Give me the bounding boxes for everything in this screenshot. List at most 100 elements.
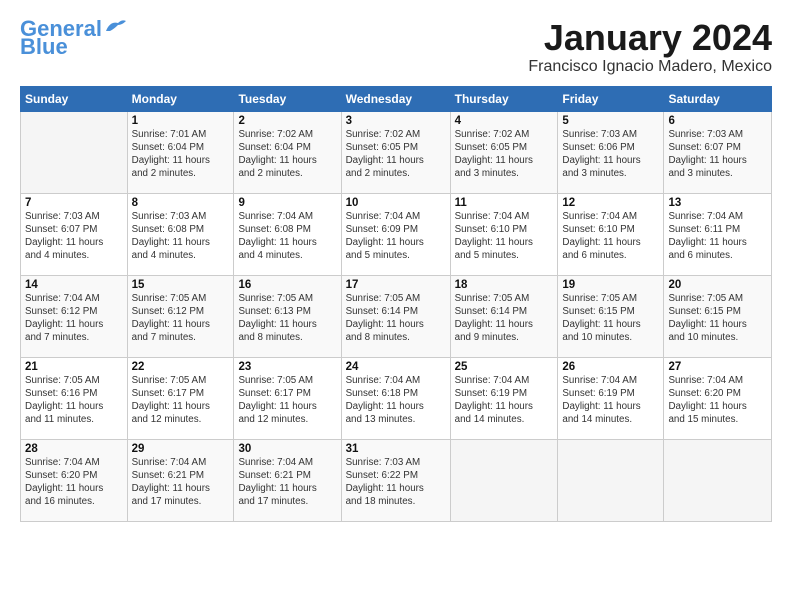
cell-4-2: 22Sunrise: 7:05 AMSunset: 6:17 PMDayligh… — [127, 357, 234, 439]
cell-1-4: 3Sunrise: 7:02 AMSunset: 6:05 PMDaylight… — [341, 111, 450, 193]
day-info: Sunrise: 7:03 AMSunset: 6:07 PMDaylight:… — [668, 128, 767, 181]
day-number: 29 — [132, 443, 230, 455]
day-number: 18 — [455, 279, 554, 291]
day-info: Sunrise: 7:04 AMSunset: 6:21 PMDaylight:… — [238, 456, 336, 509]
cell-4-5: 25Sunrise: 7:04 AMSunset: 6:19 PMDayligh… — [450, 357, 558, 439]
cell-4-1: 21Sunrise: 7:05 AMSunset: 6:16 PMDayligh… — [21, 357, 128, 439]
day-info: Sunrise: 7:04 AMSunset: 6:20 PMDaylight:… — [25, 456, 123, 509]
col-header-monday: Monday — [127, 86, 234, 111]
day-number: 6 — [668, 115, 767, 127]
calendar-subtitle: Francisco Ignacio Madero, Mexico — [528, 58, 772, 76]
day-number: 12 — [562, 197, 659, 209]
day-number: 26 — [562, 361, 659, 373]
day-number: 19 — [562, 279, 659, 291]
cell-3-4: 17Sunrise: 7:05 AMSunset: 6:14 PMDayligh… — [341, 275, 450, 357]
day-info: Sunrise: 7:03 AMSunset: 6:07 PMDaylight:… — [25, 210, 123, 263]
cell-5-6 — [558, 439, 664, 521]
day-info: Sunrise: 7:05 AMSunset: 6:13 PMDaylight:… — [238, 292, 336, 345]
day-number: 25 — [455, 361, 554, 373]
cell-4-4: 24Sunrise: 7:04 AMSunset: 6:18 PMDayligh… — [341, 357, 450, 439]
day-number: 23 — [238, 361, 336, 373]
calendar-title: January 2024 — [528, 18, 772, 58]
day-info: Sunrise: 7:02 AMSunset: 6:04 PMDaylight:… — [238, 128, 336, 181]
cell-2-5: 11Sunrise: 7:04 AMSunset: 6:10 PMDayligh… — [450, 193, 558, 275]
day-info: Sunrise: 7:04 AMSunset: 6:09 PMDaylight:… — [346, 210, 446, 263]
day-number: 31 — [346, 443, 446, 455]
day-info: Sunrise: 7:03 AMSunset: 6:06 PMDaylight:… — [562, 128, 659, 181]
cell-3-7: 20Sunrise: 7:05 AMSunset: 6:15 PMDayligh… — [664, 275, 772, 357]
day-info: Sunrise: 7:04 AMSunset: 6:19 PMDaylight:… — [455, 374, 554, 427]
day-info: Sunrise: 7:05 AMSunset: 6:15 PMDaylight:… — [562, 292, 659, 345]
day-info: Sunrise: 7:02 AMSunset: 6:05 PMDaylight:… — [346, 128, 446, 181]
day-number: 21 — [25, 361, 123, 373]
day-number: 13 — [668, 197, 767, 209]
day-info: Sunrise: 7:05 AMSunset: 6:16 PMDaylight:… — [25, 374, 123, 427]
day-info: Sunrise: 7:04 AMSunset: 6:20 PMDaylight:… — [668, 374, 767, 427]
week-row-3: 14Sunrise: 7:04 AMSunset: 6:12 PMDayligh… — [21, 275, 772, 357]
cell-3-1: 14Sunrise: 7:04 AMSunset: 6:12 PMDayligh… — [21, 275, 128, 357]
day-number: 9 — [238, 197, 336, 209]
cell-4-7: 27Sunrise: 7:04 AMSunset: 6:20 PMDayligh… — [664, 357, 772, 439]
day-info: Sunrise: 7:03 AMSunset: 6:08 PMDaylight:… — [132, 210, 230, 263]
cell-1-6: 5Sunrise: 7:03 AMSunset: 6:06 PMDaylight… — [558, 111, 664, 193]
day-number: 11 — [455, 197, 554, 209]
logo: General Blue — [20, 18, 126, 58]
week-row-4: 21Sunrise: 7:05 AMSunset: 6:16 PMDayligh… — [21, 357, 772, 439]
day-number: 24 — [346, 361, 446, 373]
day-info: Sunrise: 7:04 AMSunset: 6:18 PMDaylight:… — [346, 374, 446, 427]
week-row-2: 7Sunrise: 7:03 AMSunset: 6:07 PMDaylight… — [21, 193, 772, 275]
cell-3-6: 19Sunrise: 7:05 AMSunset: 6:15 PMDayligh… — [558, 275, 664, 357]
day-info: Sunrise: 7:05 AMSunset: 6:14 PMDaylight:… — [455, 292, 554, 345]
day-info: Sunrise: 7:05 AMSunset: 6:14 PMDaylight:… — [346, 292, 446, 345]
day-number: 22 — [132, 361, 230, 373]
day-number: 27 — [668, 361, 767, 373]
day-number: 15 — [132, 279, 230, 291]
day-info: Sunrise: 7:04 AMSunset: 6:11 PMDaylight:… — [668, 210, 767, 263]
day-number: 17 — [346, 279, 446, 291]
cell-3-3: 16Sunrise: 7:05 AMSunset: 6:13 PMDayligh… — [234, 275, 341, 357]
day-number: 10 — [346, 197, 446, 209]
cell-3-5: 18Sunrise: 7:05 AMSunset: 6:14 PMDayligh… — [450, 275, 558, 357]
week-row-1: 1Sunrise: 7:01 AMSunset: 6:04 PMDaylight… — [21, 111, 772, 193]
day-info: Sunrise: 7:04 AMSunset: 6:19 PMDaylight:… — [562, 374, 659, 427]
day-number: 16 — [238, 279, 336, 291]
header: General Blue January 2024 Francisco Igna… — [20, 18, 772, 76]
day-number: 1 — [132, 115, 230, 127]
day-info: Sunrise: 7:04 AMSunset: 6:10 PMDaylight:… — [455, 210, 554, 263]
day-info: Sunrise: 7:04 AMSunset: 6:10 PMDaylight:… — [562, 210, 659, 263]
col-header-thursday: Thursday — [450, 86, 558, 111]
cell-5-2: 29Sunrise: 7:04 AMSunset: 6:21 PMDayligh… — [127, 439, 234, 521]
day-info: Sunrise: 7:02 AMSunset: 6:05 PMDaylight:… — [455, 128, 554, 181]
day-number: 4 — [455, 115, 554, 127]
col-header-tuesday: Tuesday — [234, 86, 341, 111]
cell-5-7 — [664, 439, 772, 521]
title-block: January 2024 Francisco Ignacio Madero, M… — [528, 18, 772, 76]
day-number: 8 — [132, 197, 230, 209]
col-header-wednesday: Wednesday — [341, 86, 450, 111]
day-info: Sunrise: 7:03 AMSunset: 6:22 PMDaylight:… — [346, 456, 446, 509]
cell-5-4: 31Sunrise: 7:03 AMSunset: 6:22 PMDayligh… — [341, 439, 450, 521]
day-number: 5 — [562, 115, 659, 127]
cell-2-6: 12Sunrise: 7:04 AMSunset: 6:10 PMDayligh… — [558, 193, 664, 275]
logo-blue: Blue — [20, 36, 68, 58]
day-number: 14 — [25, 279, 123, 291]
day-number: 30 — [238, 443, 336, 455]
cell-1-1 — [21, 111, 128, 193]
cell-1-2: 1Sunrise: 7:01 AMSunset: 6:04 PMDaylight… — [127, 111, 234, 193]
cell-1-5: 4Sunrise: 7:02 AMSunset: 6:05 PMDaylight… — [450, 111, 558, 193]
day-info: Sunrise: 7:04 AMSunset: 6:12 PMDaylight:… — [25, 292, 123, 345]
col-header-sunday: Sunday — [21, 86, 128, 111]
cell-2-1: 7Sunrise: 7:03 AMSunset: 6:07 PMDaylight… — [21, 193, 128, 275]
day-info: Sunrise: 7:05 AMSunset: 6:17 PMDaylight:… — [132, 374, 230, 427]
cell-4-6: 26Sunrise: 7:04 AMSunset: 6:19 PMDayligh… — [558, 357, 664, 439]
cell-5-1: 28Sunrise: 7:04 AMSunset: 6:20 PMDayligh… — [21, 439, 128, 521]
cell-5-3: 30Sunrise: 7:04 AMSunset: 6:21 PMDayligh… — [234, 439, 341, 521]
col-header-saturday: Saturday — [664, 86, 772, 111]
cell-2-7: 13Sunrise: 7:04 AMSunset: 6:11 PMDayligh… — [664, 193, 772, 275]
page: General Blue January 2024 Francisco Igna… — [0, 0, 792, 532]
day-number: 28 — [25, 443, 123, 455]
cell-3-2: 15Sunrise: 7:05 AMSunset: 6:12 PMDayligh… — [127, 275, 234, 357]
day-number: 2 — [238, 115, 336, 127]
header-row: SundayMondayTuesdayWednesdayThursdayFrid… — [21, 86, 772, 111]
col-header-friday: Friday — [558, 86, 664, 111]
